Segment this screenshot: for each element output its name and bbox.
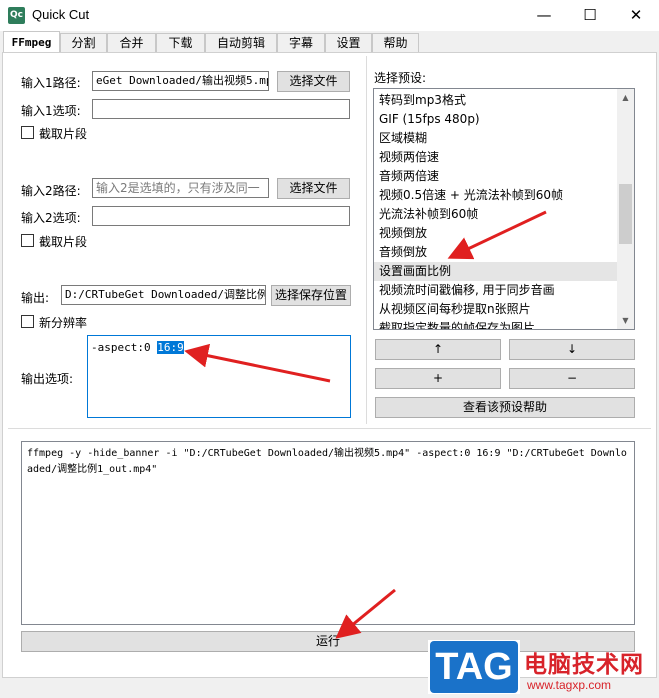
arrow-to-run [335,588,396,639]
arrow-to-preset [447,210,547,260]
watermark-logo: TAG [430,641,518,693]
arrow-to-aspect [184,343,331,383]
watermark-url: www.tagxp.com [527,678,612,692]
watermark-site-name: 电脑技术网 [524,652,644,678]
annotation-arrows [184,210,547,639]
